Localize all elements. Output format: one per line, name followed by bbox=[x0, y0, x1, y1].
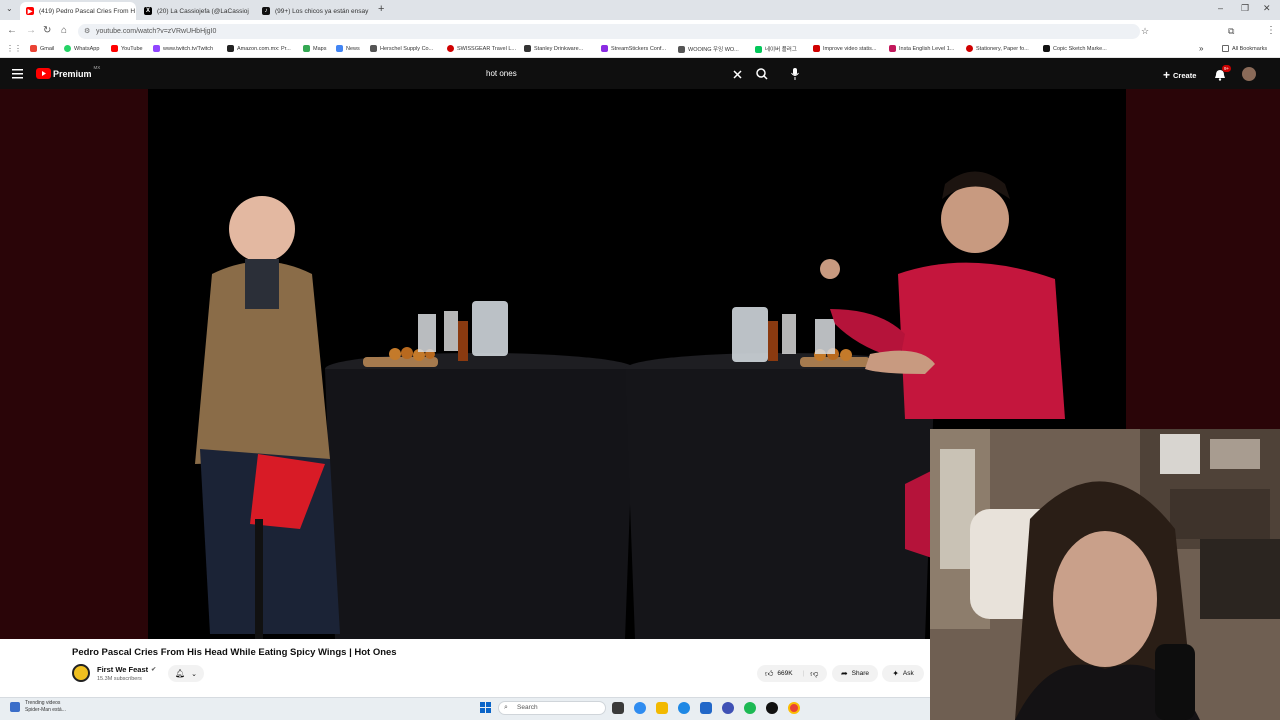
like-dislike-group: 👍︎ 669K | 👎︎ bbox=[757, 665, 827, 682]
webcam-overlay bbox=[930, 429, 1280, 720]
share-arrow-icon: ➦ bbox=[840, 669, 848, 678]
bookmark[interactable]: 네이버 플러그 bbox=[755, 45, 797, 53]
subscribed-notifications-button[interactable]: 🔔︎ ⌄ bbox=[168, 665, 204, 682]
spotify-icon[interactable] bbox=[744, 702, 756, 714]
widgets-news[interactable]: Trending videos Spider-Man está... bbox=[25, 700, 66, 714]
zoom-icon[interactable] bbox=[722, 702, 734, 714]
bookmark[interactable]: SWISSGEAR Travel L... bbox=[447, 45, 516, 52]
apps-grid-icon[interactable]: ⋮⋮ bbox=[6, 44, 22, 53]
browser-tab-strip: ▶ (419) Pedro Pascal Cries From H ✕ X (2… bbox=[0, 0, 1280, 20]
close-icon[interactable]: ✕ bbox=[135, 7, 136, 16]
store-icon[interactable] bbox=[700, 702, 712, 714]
logo-text: Premium bbox=[53, 68, 92, 79]
reload-icon[interactable]: ↻ bbox=[43, 25, 51, 37]
address-text: youtube.com/watch?v=zVRwUHbHjgI0 bbox=[96, 28, 217, 35]
bookmark[interactable]: Herschel Supply Co... bbox=[370, 45, 433, 52]
window-close-icon[interactable]: ✕ bbox=[1263, 3, 1271, 14]
edge-icon[interactable] bbox=[678, 702, 690, 714]
bookmark[interactable]: www.twitch.tv/Twitch bbox=[153, 45, 213, 52]
youtube-logo[interactable]: Premium MX bbox=[36, 65, 101, 79]
task-view-icon[interactable] bbox=[612, 702, 624, 714]
channel-avatar[interactable] bbox=[72, 664, 90, 682]
taskbar-search-input[interactable]: ⌕ Search bbox=[498, 701, 606, 715]
widget-subtitle: Spider-Man está... bbox=[25, 707, 66, 713]
extensions-puzzle-icon[interactable]: ⧉ bbox=[1228, 25, 1234, 37]
address-bar[interactable]: ⚙ youtube.com/watch?v=zVRwUHbHjgI0 bbox=[78, 24, 1140, 39]
bookmark-star-icon[interactable]: ☆ bbox=[1141, 25, 1149, 37]
windows-start-icon[interactable] bbox=[480, 702, 491, 713]
bookmark[interactable]: YouTube bbox=[111, 45, 143, 52]
hamburger-menu-icon[interactable] bbox=[12, 69, 23, 79]
more-bookmarks-icon[interactable]: » bbox=[1199, 44, 1203, 53]
logo-region: MX bbox=[93, 65, 101, 70]
close-icon[interactable]: ✕ bbox=[249, 7, 254, 16]
bookmark[interactable]: News bbox=[336, 45, 360, 52]
bookmark[interactable]: Stationery, Paper fo... bbox=[966, 45, 1029, 52]
home-icon[interactable]: ⌂ bbox=[61, 25, 67, 37]
bookmark[interactable]: Amazon.com.mx: Pr... bbox=[227, 45, 291, 52]
restore-icon[interactable]: ❐ bbox=[1241, 3, 1249, 14]
bookmark[interactable]: WhatsApp bbox=[64, 45, 99, 52]
new-tab-button[interactable]: + bbox=[378, 3, 384, 15]
separator: | bbox=[802, 670, 805, 677]
bookmark[interactable]: Gmail bbox=[30, 45, 54, 52]
bookmark[interactable]: Maps bbox=[303, 45, 326, 52]
share-button[interactable]: ➦ Share bbox=[832, 665, 878, 682]
back-icon[interactable]: ← bbox=[7, 25, 17, 37]
site-info-icon[interactable]: ⚙ bbox=[84, 24, 90, 39]
x-icon: X bbox=[144, 7, 152, 15]
widget-title: Trending videos bbox=[25, 700, 61, 706]
like-count[interactable]: 669K bbox=[777, 670, 792, 677]
tab-x[interactable]: X (20) La Cassiojefa (@LaCassioj ✕ bbox=[138, 2, 254, 20]
bell-icon: 🔔︎ bbox=[174, 669, 186, 678]
copilot-icon[interactable] bbox=[634, 702, 646, 714]
avatar[interactable] bbox=[1242, 67, 1256, 81]
tab-title: (419) Pedro Pascal Cries From H bbox=[39, 7, 136, 15]
search-icon[interactable] bbox=[756, 68, 768, 80]
subscriber-count: 15.3M subscribers bbox=[97, 676, 142, 682]
bookmarks-bar: ⋮⋮ Gmail WhatsApp YouTube www.twitch.tv/… bbox=[0, 42, 1280, 58]
tiktok-icon: ♪ bbox=[262, 7, 270, 15]
menu-icon[interactable]: ⋮ bbox=[1266, 25, 1276, 37]
tab-tiktok[interactable]: ♪ (99+) Los chicos ya están ensay ✕ bbox=[256, 2, 372, 20]
sparkle-icon: ✦ bbox=[892, 669, 899, 678]
like-icon[interactable]: 👍︎ bbox=[765, 669, 773, 679]
file-explorer-icon[interactable] bbox=[656, 702, 668, 714]
microphone-icon[interactable] bbox=[791, 68, 799, 80]
ask-button[interactable]: ✦ Ask bbox=[882, 665, 924, 682]
tab-search-icon[interactable]: ⌄ bbox=[6, 4, 13, 13]
bookmark[interactable]: StreamStickers Conf... bbox=[601, 45, 666, 52]
plus-icon: + bbox=[1163, 68, 1171, 82]
notifications-button[interactable]: 9+ bbox=[1214, 65, 1232, 86]
chrome-icon[interactable] bbox=[788, 702, 800, 714]
widgets-icon[interactable] bbox=[10, 702, 20, 712]
webcam-feed bbox=[930, 429, 1280, 720]
notification-badge: 9+ bbox=[1222, 65, 1232, 72]
tab-title: (99+) Los chicos ya están ensay bbox=[275, 7, 369, 15]
bookmark[interactable]: Stanley Drinkware... bbox=[524, 45, 583, 52]
obs-icon[interactable] bbox=[766, 702, 778, 714]
tab-youtube[interactable]: ▶ (419) Pedro Pascal Cries From H ✕ bbox=[20, 2, 136, 20]
forward-icon[interactable]: → bbox=[26, 25, 36, 37]
dislike-icon[interactable]: 👎︎ bbox=[810, 669, 818, 679]
channel-name-link[interactable]: First We Feast ✔ bbox=[97, 665, 156, 674]
close-icon[interactable]: ✕ bbox=[368, 7, 372, 16]
minimize-icon[interactable]: – bbox=[1218, 3, 1223, 13]
tab-title: (20) La Cassiojefa (@LaCassioj bbox=[157, 7, 249, 15]
search-icon: ⌕ bbox=[504, 704, 508, 711]
youtube-play-logo-icon bbox=[36, 68, 51, 79]
chevron-down-icon: ⌄ bbox=[191, 670, 198, 678]
bookmark[interactable]: WOOING 우잉 WO... bbox=[678, 45, 739, 53]
all-bookmarks[interactable]: All Bookmarks bbox=[1222, 45, 1267, 52]
video-title: Pedro Pascal Cries From His Head While E… bbox=[72, 647, 397, 658]
bookmark[interactable]: Improve video statis... bbox=[813, 45, 877, 52]
search-input[interactable]: hot ones bbox=[478, 64, 746, 84]
bookmark[interactable]: Insta English Level 1... bbox=[889, 45, 954, 52]
youtube-icon: ▶ bbox=[26, 7, 34, 15]
verified-check-icon: ✔ bbox=[151, 667, 157, 673]
create-button[interactable]: + Create bbox=[1163, 68, 1196, 82]
search-value: hot ones bbox=[486, 69, 517, 78]
bookmark[interactable]: Copic Sketch Marke... bbox=[1043, 45, 1107, 52]
